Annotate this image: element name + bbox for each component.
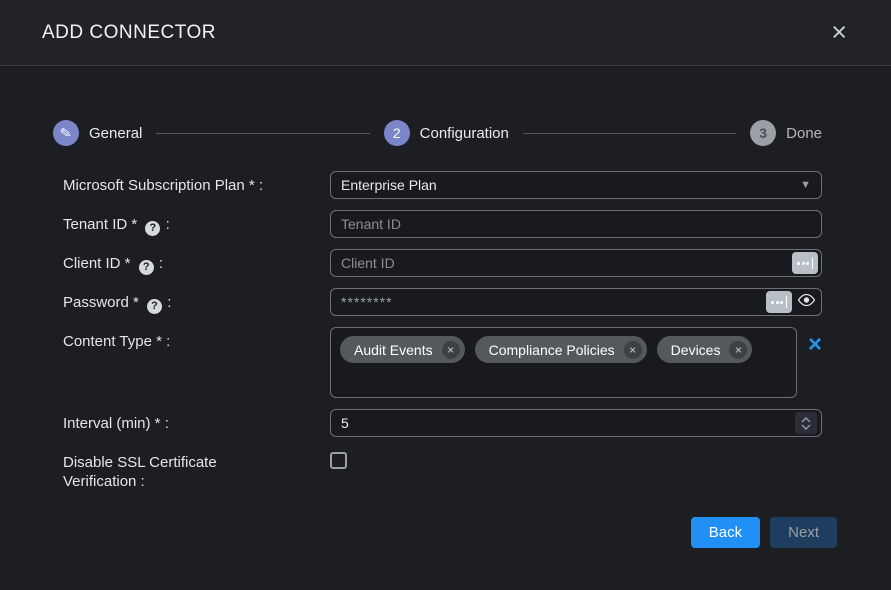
step-general[interactable]: ✎ General: [53, 120, 142, 146]
ssl-verification-row: Disable SSL Certificate Verification :: [63, 448, 822, 491]
step-done[interactable]: 3 Done: [750, 120, 822, 146]
chip-remove-icon[interactable]: ×: [442, 341, 460, 359]
chevron-down-icon: [801, 424, 811, 430]
stepper-connector: [156, 133, 369, 134]
interval-input[interactable]: [330, 409, 822, 437]
password-row: Password * ? :: [63, 288, 822, 316]
dialog-body: ✎ General 2 Configuration 3 Done Microso…: [0, 66, 891, 548]
add-connector-dialog: ADD CONNECTOR × ✎ General 2 Configuratio…: [0, 0, 891, 590]
password-label-text: Password *: [63, 294, 139, 311]
step-configuration-label: Configuration: [420, 125, 509, 142]
chip-label: Audit Events: [354, 342, 433, 358]
dialog-footer: Back Next: [0, 517, 837, 548]
stepper-connector: [523, 133, 736, 134]
tenant-id-input[interactable]: [330, 210, 822, 238]
password-browse-button[interactable]: [766, 291, 792, 313]
password-label: Password * ? :: [63, 288, 330, 314]
content-type-row: Content Type * : Audit Events × Complian…: [63, 327, 822, 398]
tenant-id-row: Tenant ID * ? :: [63, 210, 822, 238]
chevron-up-icon: [801, 417, 811, 423]
client-id-row: Client ID * ? :: [63, 249, 822, 277]
caret-down-icon: ▼: [800, 180, 811, 191]
chip-remove-icon[interactable]: ×: [624, 341, 642, 359]
next-button[interactable]: Next: [770, 517, 837, 548]
client-id-label-text: Client ID *: [63, 255, 131, 272]
clear-icon: ×: [808, 331, 822, 358]
tenant-id-label-text: Tenant ID *: [63, 216, 137, 233]
interval-row: Interval (min) * :: [63, 409, 822, 437]
subscription-plan-row: Microsoft Subscription Plan * : Enterpri…: [63, 171, 822, 199]
eye-icon: [797, 293, 816, 307]
subscription-plan-value: Enterprise Plan: [341, 177, 437, 193]
content-type-chip: Audit Events ×: [340, 336, 465, 363]
tenant-id-colon: :: [166, 216, 170, 233]
password-visibility-toggle[interactable]: [797, 293, 816, 307]
password-input[interactable]: [330, 288, 822, 316]
dialog-title: ADD CONNECTOR: [42, 22, 216, 44]
dialog-header: ADD CONNECTOR ×: [0, 0, 891, 66]
interval-stepper[interactable]: [795, 412, 817, 434]
step-done-circle: 3: [750, 120, 776, 146]
help-icon[interactable]: ?: [139, 260, 154, 275]
interval-label: Interval (min) * :: [63, 409, 330, 433]
back-button[interactable]: Back: [691, 517, 760, 548]
ellipsis-cursor-icon: [797, 262, 800, 265]
close-button[interactable]: ×: [831, 19, 847, 46]
chip-label: Devices: [671, 342, 721, 358]
close-icon: ×: [831, 17, 847, 47]
help-icon[interactable]: ?: [147, 299, 162, 314]
step-general-circle: ✎: [53, 120, 79, 146]
content-type-chip: Devices ×: [657, 336, 753, 363]
connector-config-form: Microsoft Subscription Plan * : Enterpri…: [63, 171, 822, 491]
subscription-plan-select[interactable]: Enterprise Plan ▼: [330, 171, 822, 199]
client-id-colon: :: [159, 255, 163, 272]
tenant-id-label: Tenant ID * ? :: [63, 210, 330, 236]
password-colon: :: [167, 294, 171, 311]
step-configuration[interactable]: 2 Configuration: [384, 120, 509, 146]
step-general-label: General: [89, 125, 142, 142]
content-type-multiselect[interactable]: Audit Events × Compliance Policies × Dev…: [330, 327, 797, 398]
content-type-chip: Compliance Policies ×: [475, 336, 647, 363]
pencil-icon: ✎: [59, 124, 73, 142]
ssl-verification-label: Disable SSL Certificate Verification :: [63, 448, 248, 491]
chip-remove-icon[interactable]: ×: [729, 341, 747, 359]
ellipsis-cursor-icon: [771, 301, 774, 304]
step-configuration-circle: 2: [384, 120, 410, 146]
help-icon[interactable]: ?: [145, 221, 160, 236]
content-type-clear-button[interactable]: ×: [808, 333, 822, 357]
stepper: ✎ General 2 Configuration 3 Done: [53, 120, 822, 146]
client-id-label: Client ID * ? :: [63, 249, 330, 275]
content-type-label: Content Type * :: [63, 327, 330, 351]
chip-label: Compliance Policies: [489, 342, 615, 358]
client-id-input[interactable]: [330, 249, 822, 277]
subscription-plan-label: Microsoft Subscription Plan * :: [63, 171, 330, 195]
step-done-label: Done: [786, 125, 822, 142]
client-id-browse-button[interactable]: [792, 252, 818, 274]
ssl-verification-checkbox[interactable]: [330, 452, 347, 469]
